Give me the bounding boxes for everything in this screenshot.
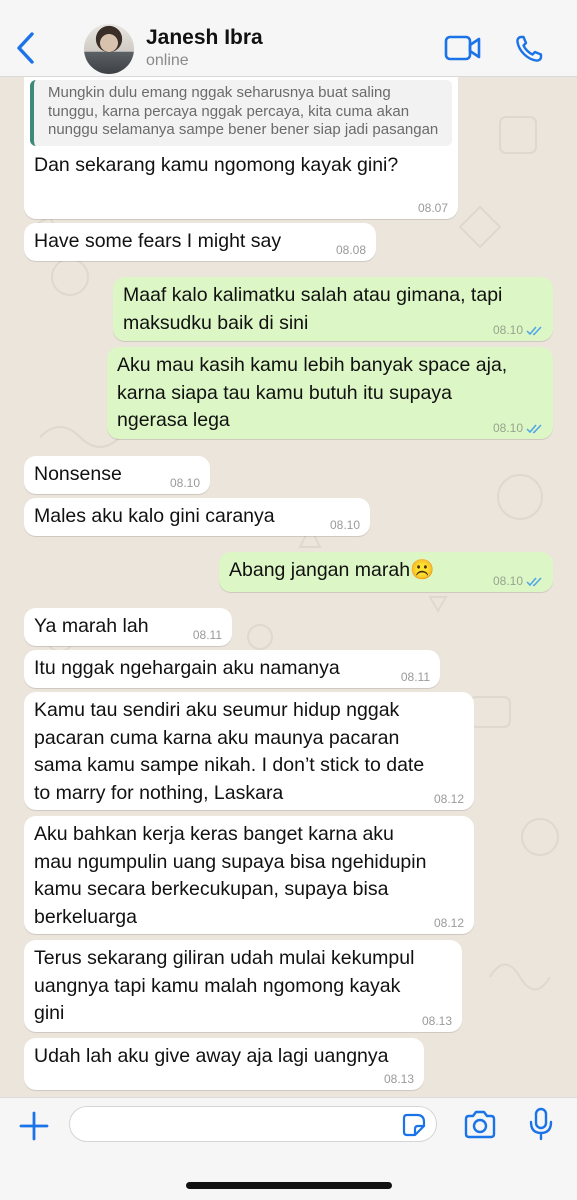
- message-input[interactable]: [70, 1107, 380, 1141]
- message-time: 08.13: [383, 1072, 414, 1086]
- incoming-message[interactable]: Nonsense 08.10: [24, 456, 210, 494]
- microphone-button[interactable]: [528, 1107, 554, 1141]
- message-text: Terus sekarang giliran udah mulai kekump…: [34, 947, 415, 1024]
- message-time: 08.12: [433, 792, 464, 806]
- message-input-container: [69, 1106, 437, 1142]
- message-time: 08.13: [421, 1014, 452, 1028]
- back-arrow-icon: [17, 32, 34, 64]
- message-time: 08.10: [169, 476, 200, 490]
- avatar[interactable]: [84, 24, 134, 74]
- message-time: 08.12: [433, 916, 464, 930]
- plus-icon: [19, 1111, 49, 1141]
- incoming-message[interactable]: Udah lah aku give away aja lagi uangnya …: [24, 1038, 424, 1090]
- composer-bar: [0, 1097, 577, 1200]
- camera-button[interactable]: [463, 1110, 497, 1140]
- phone-icon: [516, 35, 543, 62]
- message-text: Have some fears I might say: [34, 230, 282, 252]
- message-text: Aku mau kasih kamu lebih banyak space aj…: [117, 354, 508, 431]
- camera-icon: [464, 1110, 496, 1139]
- outgoing-message[interactable]: Abang jangan marah☹️ 08.10: [219, 552, 553, 592]
- chat-header: Janesh Ibra online: [0, 0, 577, 77]
- back-button[interactable]: [12, 30, 42, 66]
- video-call-button[interactable]: [444, 34, 482, 62]
- video-call-icon: [444, 35, 481, 61]
- message-time: 08.10: [492, 323, 523, 337]
- incoming-message[interactable]: Males aku kalo gini caranya 08.10: [24, 498, 370, 536]
- chat-area[interactable]: Mungkin dulu emang nggak seharusnya buat…: [0, 77, 577, 1097]
- contact-status: online: [146, 52, 189, 69]
- double-check-icon: [526, 577, 542, 587]
- double-check-icon: [526, 424, 542, 434]
- outgoing-message[interactable]: Aku mau kasih kamu lebih banyak space aj…: [107, 347, 553, 439]
- message-time: 08.07: [417, 201, 448, 215]
- message-text: Dan sekarang kamu ngomong kayak gini?: [34, 153, 399, 176]
- home-indicator[interactable]: [186, 1182, 392, 1189]
- incoming-message[interactable]: Mungkin dulu emang nggak seharusnya buat…: [24, 77, 458, 219]
- incoming-message[interactable]: Ya marah lah 08.11: [24, 608, 232, 646]
- message-text: Udah lah aku give away aja lagi uangnya: [34, 1045, 389, 1067]
- incoming-message[interactable]: Itu nggak ngehargain aku namanya 08.11: [24, 650, 440, 688]
- microphone-icon: [529, 1107, 553, 1141]
- outgoing-message[interactable]: Maaf kalo kalimatku salah atau gimana, t…: [113, 277, 553, 341]
- sticker-icon: [402, 1113, 426, 1137]
- contact-name[interactable]: Janesh Ibra: [146, 26, 263, 50]
- incoming-message[interactable]: Kamu tau sendiri aku seumur hidup nggak …: [24, 692, 474, 810]
- message-text: Maaf kalo kalimatku salah atau gimana, t…: [123, 284, 503, 334]
- message-time: 08.08: [335, 243, 366, 257]
- message-text: Males aku kalo gini caranya: [34, 505, 275, 527]
- message-text: Itu nggak ngehargain aku namanya: [34, 657, 340, 679]
- incoming-message[interactable]: Aku bahkan kerja keras banget karna aku …: [24, 816, 474, 934]
- message-time: 08.10: [329, 518, 360, 532]
- message-time: 08.11: [192, 628, 222, 642]
- incoming-message[interactable]: Terus sekarang giliran udah mulai kekump…: [24, 940, 462, 1032]
- voice-call-button[interactable]: [514, 34, 544, 64]
- double-check-icon: [526, 326, 542, 336]
- message-time: 08.10: [492, 574, 523, 588]
- incoming-message[interactable]: Have some fears I might say 08.08: [24, 223, 376, 261]
- message-text: Kamu tau sendiri aku seumur hidup nggak …: [34, 699, 425, 804]
- sticker-button[interactable]: [402, 1113, 426, 1137]
- message-text: Aku bahkan kerja keras banget karna aku …: [34, 823, 427, 928]
- message-time: 08.11: [400, 670, 430, 684]
- attach-button[interactable]: [18, 1110, 50, 1142]
- quoted-message[interactable]: Mungkin dulu emang nggak seharusnya buat…: [30, 80, 452, 146]
- message-time: 08.10: [492, 421, 523, 435]
